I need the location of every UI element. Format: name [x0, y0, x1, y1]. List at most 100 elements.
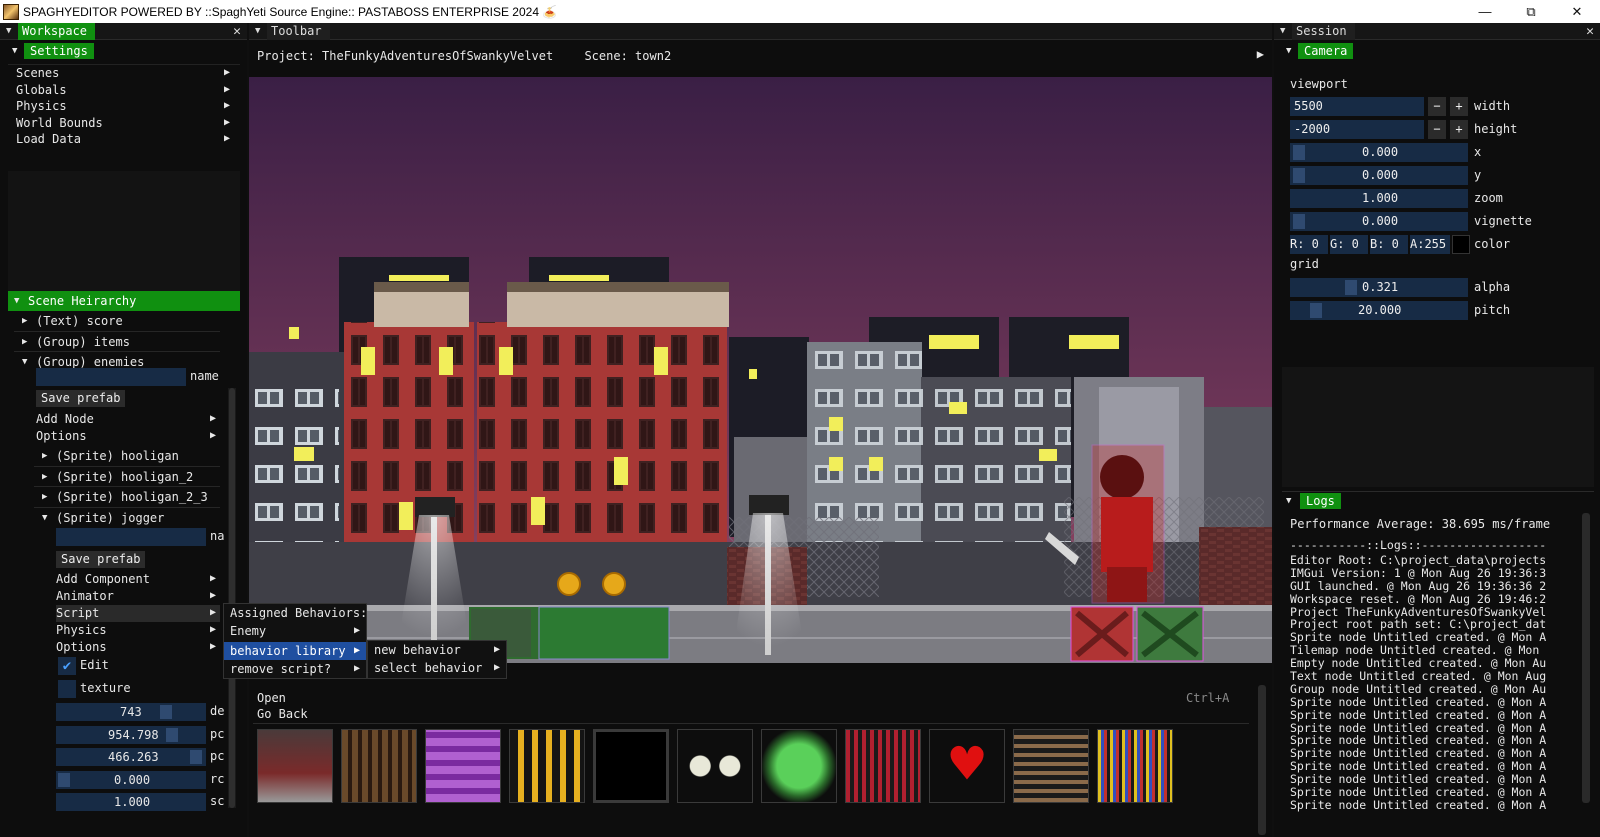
settings-item-world-bounds[interactable]: World Bounds ▶ — [8, 115, 240, 132]
width-decrement-button[interactable]: − — [1428, 97, 1446, 116]
collapse-triangle-icon[interactable]: ▼ — [14, 296, 28, 306]
slider-knob[interactable] — [1293, 168, 1305, 183]
grid-alpha-slider[interactable]: 0.321 — [1290, 278, 1468, 297]
remove-script-menu-item[interactable]: remove script? ▶ — [224, 660, 366, 678]
settings-header[interactable]: ▼ Settings — [8, 42, 247, 60]
physics-menu[interactable]: Physics ▶ — [56, 622, 220, 639]
logs-scrollbar[interactable] — [1582, 513, 1590, 803]
edit-checkbox[interactable]: ✔ — [58, 657, 76, 675]
camera-zoom-slider[interactable]: 1.000 — [1290, 189, 1468, 208]
jogger-save-prefab-button[interactable]: Save prefab — [56, 551, 146, 568]
tree-node-score[interactable]: ▶ (Text) score — [14, 311, 220, 332]
toolbar-header[interactable]: ▼ Toolbar — [249, 23, 1272, 40]
collapse-triangle-icon[interactable]: ▼ — [42, 508, 47, 529]
script-menu[interactable]: Script ▶ — [56, 605, 220, 622]
expand-triangle-icon[interactable]: ▶ — [42, 446, 47, 467]
rotation-slider[interactable]: 0.000 — [56, 770, 206, 789]
camera-y-slider[interactable]: 0.000 — [1290, 166, 1468, 185]
collapse-triangle-icon[interactable]: ▼ — [22, 352, 27, 373]
asset-thumb-gold-bars[interactable] — [509, 729, 585, 803]
settings-item-load-data[interactable]: Load Data ▶ — [8, 131, 240, 148]
options-menu[interactable]: Options ▶ — [36, 428, 220, 445]
enemies-name-input[interactable] — [36, 368, 186, 386]
color-r-input[interactable]: R: 0 — [1290, 235, 1328, 254]
collapse-triangle-icon[interactable]: ▼ — [6, 26, 18, 36]
expand-triangle-icon[interactable]: ▶ — [42, 487, 47, 508]
viewport-width-input[interactable]: 5500 — [1290, 97, 1424, 116]
asset-thumb-purple-tiles[interactable] — [425, 729, 501, 803]
settings-item-scenes[interactable]: Scenes ▶ — [8, 65, 240, 82]
collapse-triangle-icon[interactable]: ▼ — [1286, 46, 1298, 56]
collapse-triangle-icon[interactable]: ▼ — [255, 26, 267, 36]
pos-x-slider[interactable]: 954.798 — [56, 725, 206, 744]
add-component-menu[interactable]: Add Component ▶ — [56, 571, 220, 588]
close-window-button[interactable]: ✕ — [1554, 0, 1600, 23]
enemy-menu-item[interactable]: Enemy ▶ — [224, 622, 366, 640]
open-menu-item[interactable]: Open — [257, 691, 286, 705]
close-icon[interactable]: ✕ — [1586, 23, 1594, 40]
tree-node-jogger[interactable]: ▼ (Sprite) jogger — [34, 508, 220, 529]
game-viewport[interactable] — [249, 77, 1272, 663]
asset-thumb-red-sprites[interactable] — [845, 729, 921, 803]
expand-triangle-icon[interactable]: ▶ — [22, 311, 27, 332]
tree-node-hooligan-2[interactable]: ▶ (Sprite) hooligan_2 — [34, 467, 220, 488]
new-behavior-menu-item[interactable]: new behavior ▶ — [368, 641, 506, 659]
asset-thumb-green-glow[interactable] — [761, 729, 837, 803]
save-prefab-button[interactable]: Save prefab — [36, 390, 126, 407]
tree-node-hooligan-2-3[interactable]: ▶ (Sprite) hooligan_2_3 — [34, 487, 220, 508]
color-b-input[interactable]: B: 0 — [1370, 235, 1408, 254]
slider-knob[interactable] — [1293, 214, 1305, 229]
asset-thumb-black[interactable] — [593, 729, 669, 803]
session-header[interactable]: ▼ Session ✕ — [1274, 23, 1600, 40]
minimize-button[interactable]: — — [1462, 0, 1508, 23]
asset-thumb-brown-sprites[interactable] — [1013, 729, 1089, 803]
asset-thumb-eggs[interactable] — [677, 729, 753, 803]
viewport-height-input[interactable]: -2000 — [1290, 120, 1424, 139]
camera-x-slider[interactable]: 0.000 — [1290, 143, 1468, 162]
asset-thumb-heart[interactable]: ♥ — [929, 729, 1005, 803]
color-g-input[interactable]: G: 0 — [1330, 235, 1368, 254]
width-increment-button[interactable]: + — [1450, 97, 1468, 116]
collapse-triangle-icon[interactable]: ▼ — [1286, 496, 1300, 506]
tree-node-hooligan[interactable]: ▶ (Sprite) hooligan — [34, 446, 220, 467]
close-icon[interactable]: ✕ — [233, 23, 241, 40]
slider-knob[interactable] — [190, 750, 202, 765]
slider-knob[interactable] — [1310, 303, 1322, 318]
slider-knob[interactable] — [166, 727, 178, 742]
asset-thumb-tools[interactable] — [1097, 729, 1173, 803]
animator-menu[interactable]: Animator ▶ — [56, 588, 220, 605]
go-back-menu-item[interactable]: Go Back — [257, 707, 308, 721]
asset-scrollbar[interactable] — [1258, 685, 1266, 835]
slider-knob[interactable] — [160, 705, 172, 719]
tree-node-items[interactable]: ▶ (Group) items — [14, 332, 220, 353]
scale-slider[interactable]: 1.000 — [56, 793, 206, 812]
workspace-header[interactable]: ▼ Workspace ✕ — [0, 23, 247, 40]
slider-knob[interactable] — [1293, 145, 1305, 160]
depth-slider[interactable]: 743 — [56, 703, 206, 721]
height-increment-button[interactable]: + — [1450, 120, 1468, 139]
logs-header[interactable]: ▼ Logs — [1282, 491, 1594, 509]
play-button[interactable]: ▶ — [1257, 47, 1264, 61]
asset-thumb-wood-sprites[interactable] — [341, 729, 417, 803]
color-swatch[interactable] — [1452, 235, 1470, 254]
expand-triangle-icon[interactable]: ▶ — [22, 332, 27, 353]
jogger-options-menu[interactable]: Options ▶ — [56, 639, 220, 656]
asset-thumb-town-tiles[interactable] — [257, 729, 333, 803]
slider-knob[interactable] — [1345, 280, 1357, 295]
texture-swatch[interactable] — [58, 680, 76, 698]
select-behavior-menu-item[interactable]: select behavior ▶ — [368, 659, 506, 677]
camera-vignette-slider[interactable]: 0.000 — [1290, 212, 1468, 231]
behavior-library-menu-item[interactable]: behavior library ▶ — [224, 642, 366, 660]
pos-y-slider[interactable]: 466.263 — [56, 748, 206, 767]
add-node-menu[interactable]: Add Node ▶ — [36, 411, 220, 428]
settings-item-physics[interactable]: Physics ▶ — [8, 98, 240, 115]
grid-pitch-slider[interactable]: 20.000 — [1290, 301, 1468, 320]
scene-hierarchy-header[interactable]: ▼ Scene Heirarchy — [8, 291, 240, 311]
settings-item-globals[interactable]: Globals ▶ — [8, 82, 240, 99]
hierarchy-scrollbar[interactable] — [228, 388, 236, 808]
collapse-triangle-icon[interactable]: ▼ — [1280, 26, 1292, 36]
expand-triangle-icon[interactable]: ▶ — [42, 467, 47, 488]
color-a-input[interactable]: A:255 — [1410, 235, 1450, 254]
scrollbar-thumb[interactable] — [229, 388, 235, 808]
jogger-name-input[interactable] — [56, 528, 206, 546]
